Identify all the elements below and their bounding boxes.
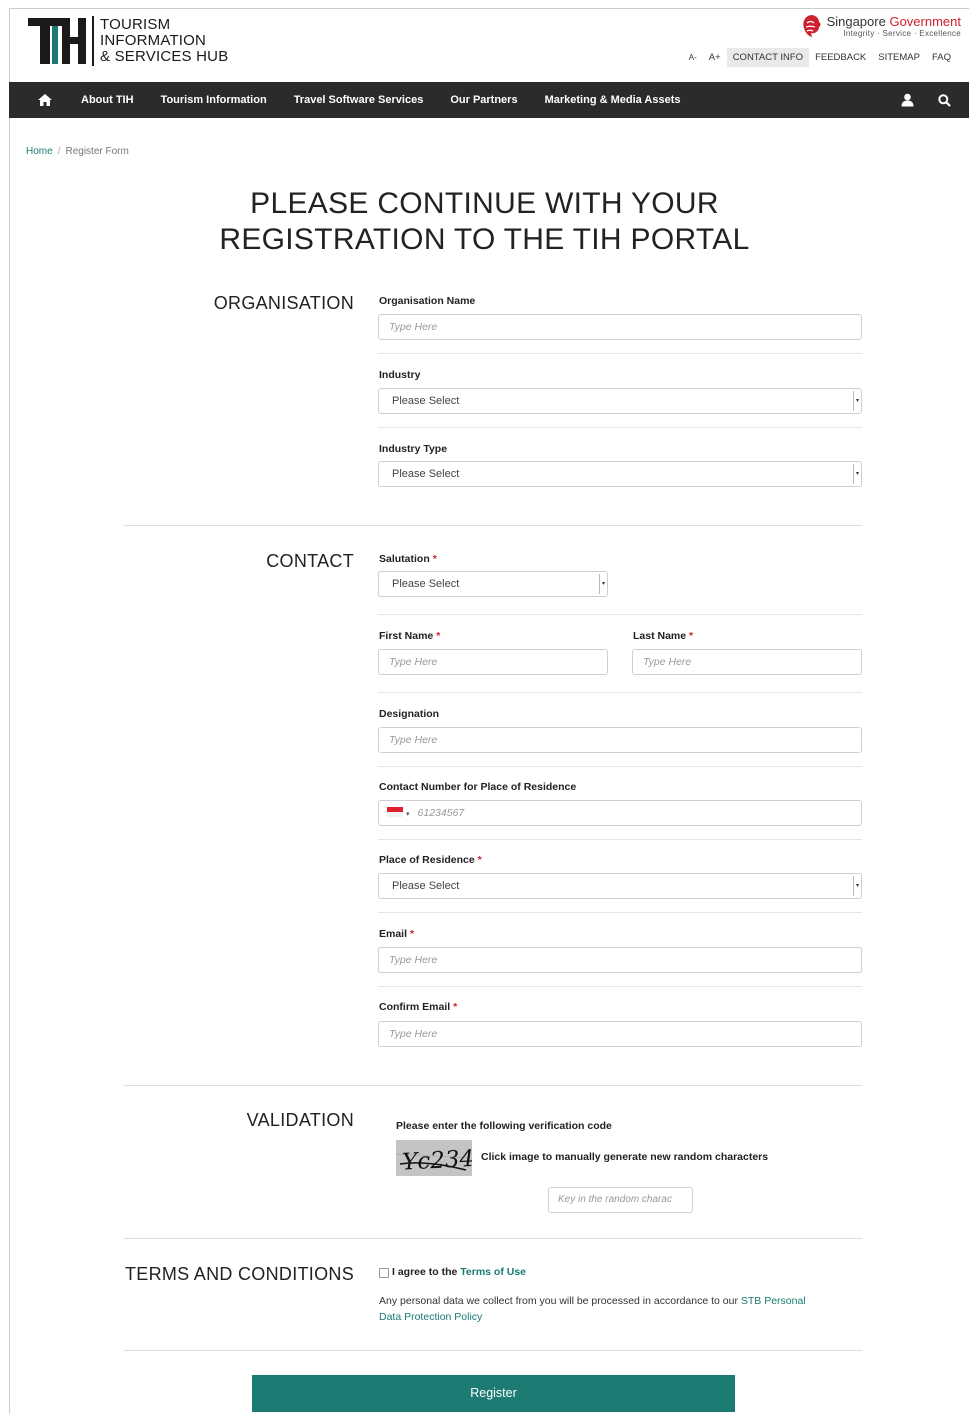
contact-heading: CONTACT [266, 551, 354, 571]
captcha-instruction: Please enter the following verification … [396, 1120, 612, 1132]
organisation-heading: ORGANISATION [213, 293, 354, 313]
feedback-link[interactable]: FEEDBACK [809, 48, 872, 67]
agree-checkbox[interactable] [379, 1268, 389, 1278]
confirm-email-label: Confirm Email * [379, 1001, 458, 1013]
section-divider [124, 525, 862, 526]
terms-heading: TERMS AND CONDITIONS [124, 1264, 354, 1284]
residence-select-value: Please Select [392, 880, 460, 892]
divider [378, 353, 862, 354]
divider [378, 912, 862, 913]
residence-label: Place of Residence * [379, 854, 482, 866]
nav-tourism-information[interactable]: Tourism Information [161, 94, 267, 106]
contact-info-link[interactable]: CONTACT INFO [726, 48, 810, 67]
first-name-label: First Name * [379, 630, 441, 642]
tih-logo[interactable]: TOURISM INFORMATION & SERVICES HUB [28, 16, 228, 66]
faq-link[interactable]: FAQ [926, 48, 957, 67]
logo-line-1: TOURISM [100, 16, 171, 33]
chevron-down-icon: ▾ [853, 464, 861, 484]
sitemap-link[interactable]: SITEMAP [872, 48, 926, 67]
phone-placeholder: 61234567 [417, 807, 465, 819]
font-increase-button[interactable]: A+ [703, 48, 727, 67]
chevron-down-icon: ▾ [853, 391, 861, 411]
industry-type-label: Industry Type [379, 443, 448, 455]
chevron-down-icon: ▾ [406, 811, 410, 818]
confirm-email-input[interactable]: Type Here [378, 1021, 862, 1047]
captcha-input[interactable]: Key in the random charac [548, 1187, 693, 1213]
singapore-government-brand[interactable]: Singapore Government Integrity · Service… [800, 14, 961, 38]
nav-our-partners[interactable]: Our Partners [450, 94, 517, 106]
divider [378, 427, 862, 428]
email-label: Email * [379, 928, 415, 940]
captcha-hint: Click image to manually generate new ran… [481, 1151, 769, 1163]
validation-heading: VALIDATION [246, 1110, 354, 1130]
nav-right-icons [901, 82, 951, 118]
salutation-select[interactable]: Please Select ▾ [378, 571, 608, 597]
org-name-label: Organisation Name [379, 295, 476, 307]
logo-line-3: & SERVICES HUB [100, 48, 229, 65]
logo-divider [92, 16, 94, 66]
page-title-line-1: PLEASE CONTINUE WITH YOUR [250, 187, 719, 220]
nav-about-tih[interactable]: About TIH [81, 94, 134, 106]
divider [378, 986, 862, 987]
page-title: PLEASE CONTINUE WITH YOUR REGISTRATION T… [0, 186, 969, 258]
chevron-down-icon: ▾ [853, 876, 861, 896]
phone-label: Contact Number for Place of Residence [379, 781, 577, 793]
phone-input[interactable]: ▾ 61234567 [378, 800, 862, 826]
chevron-down-icon: ▾ [599, 574, 607, 594]
first-name-input[interactable]: Type Here [378, 649, 608, 675]
industry-label: Industry [379, 369, 421, 381]
breadcrumb-home[interactable]: Home [26, 146, 53, 157]
org-name-input[interactable]: Type Here [378, 314, 862, 340]
search-icon[interactable] [938, 93, 951, 107]
captcha-image[interactable]: Yc234 [395, 1140, 475, 1176]
font-decrease-button[interactable]: A- [683, 49, 703, 66]
breadcrumb: Home / Register Form [26, 146, 129, 157]
nav-travel-software-services[interactable]: Travel Software Services [294, 94, 424, 106]
captcha-text: Yc234 [402, 1146, 472, 1176]
industry-select[interactable]: Please Select ▾ [378, 388, 862, 414]
gov-tagline: Integrity · Service · Excellence [843, 28, 961, 38]
privacy-notice: Any personal data we collect from you wi… [379, 1295, 806, 1323]
breadcrumb-separator: / [57, 146, 61, 157]
divider [378, 839, 862, 840]
industry-type-select-value: Please Select [392, 468, 460, 480]
tih-logo-mark [28, 16, 90, 66]
last-name-input[interactable]: Type Here [632, 649, 862, 675]
logo-line-2: INFORMATION [100, 32, 207, 49]
terms-of-use-link[interactable]: Terms of Use [460, 1266, 526, 1278]
industry-type-select[interactable]: Please Select ▾ [378, 461, 862, 487]
residence-select[interactable]: Please Select ▾ [378, 873, 862, 899]
salutation-label: Salutation * [379, 553, 437, 565]
user-icon[interactable] [901, 93, 914, 107]
utility-links: A- A+ CONTACT INFO FEEDBACK SITEMAP FAQ [683, 48, 957, 67]
salutation-select-value: Please Select [392, 578, 460, 590]
singapore-flag-icon[interactable] [387, 807, 403, 818]
last-name-label: Last Name * [633, 630, 694, 642]
section-divider [124, 1085, 862, 1086]
lion-head-icon [802, 15, 821, 37]
main-navbar: About TIH Tourism Information Travel Sof… [9, 82, 969, 118]
section-divider [124, 1350, 862, 1351]
home-icon[interactable] [37, 93, 63, 107]
designation-input[interactable]: Type Here [378, 727, 862, 753]
industry-select-value: Please Select [392, 395, 460, 407]
nav-marketing-media-assets[interactable]: Marketing & Media Assets [545, 94, 681, 106]
agree-label: I agree to the Terms of Use [392, 1266, 527, 1278]
privacy-policy-link-2[interactable]: Data Protection Policy [379, 1311, 482, 1323]
section-divider [124, 1238, 862, 1239]
divider [378, 692, 862, 693]
email-input[interactable]: Type Here [378, 947, 862, 973]
designation-label: Designation [379, 708, 440, 720]
breadcrumb-current: Register Form [65, 146, 129, 157]
logo-text: TOURISM INFORMATION & SERVICES HUB [100, 17, 228, 65]
divider [378, 766, 862, 767]
gov-name: Singapore Government [826, 13, 961, 29]
page-title-line-2: REGISTRATION TO THE TIH PORTAL [219, 223, 750, 256]
privacy-policy-link-1[interactable]: STB Personal [741, 1295, 806, 1307]
register-button[interactable]: Register [252, 1375, 735, 1412]
divider [378, 614, 862, 615]
